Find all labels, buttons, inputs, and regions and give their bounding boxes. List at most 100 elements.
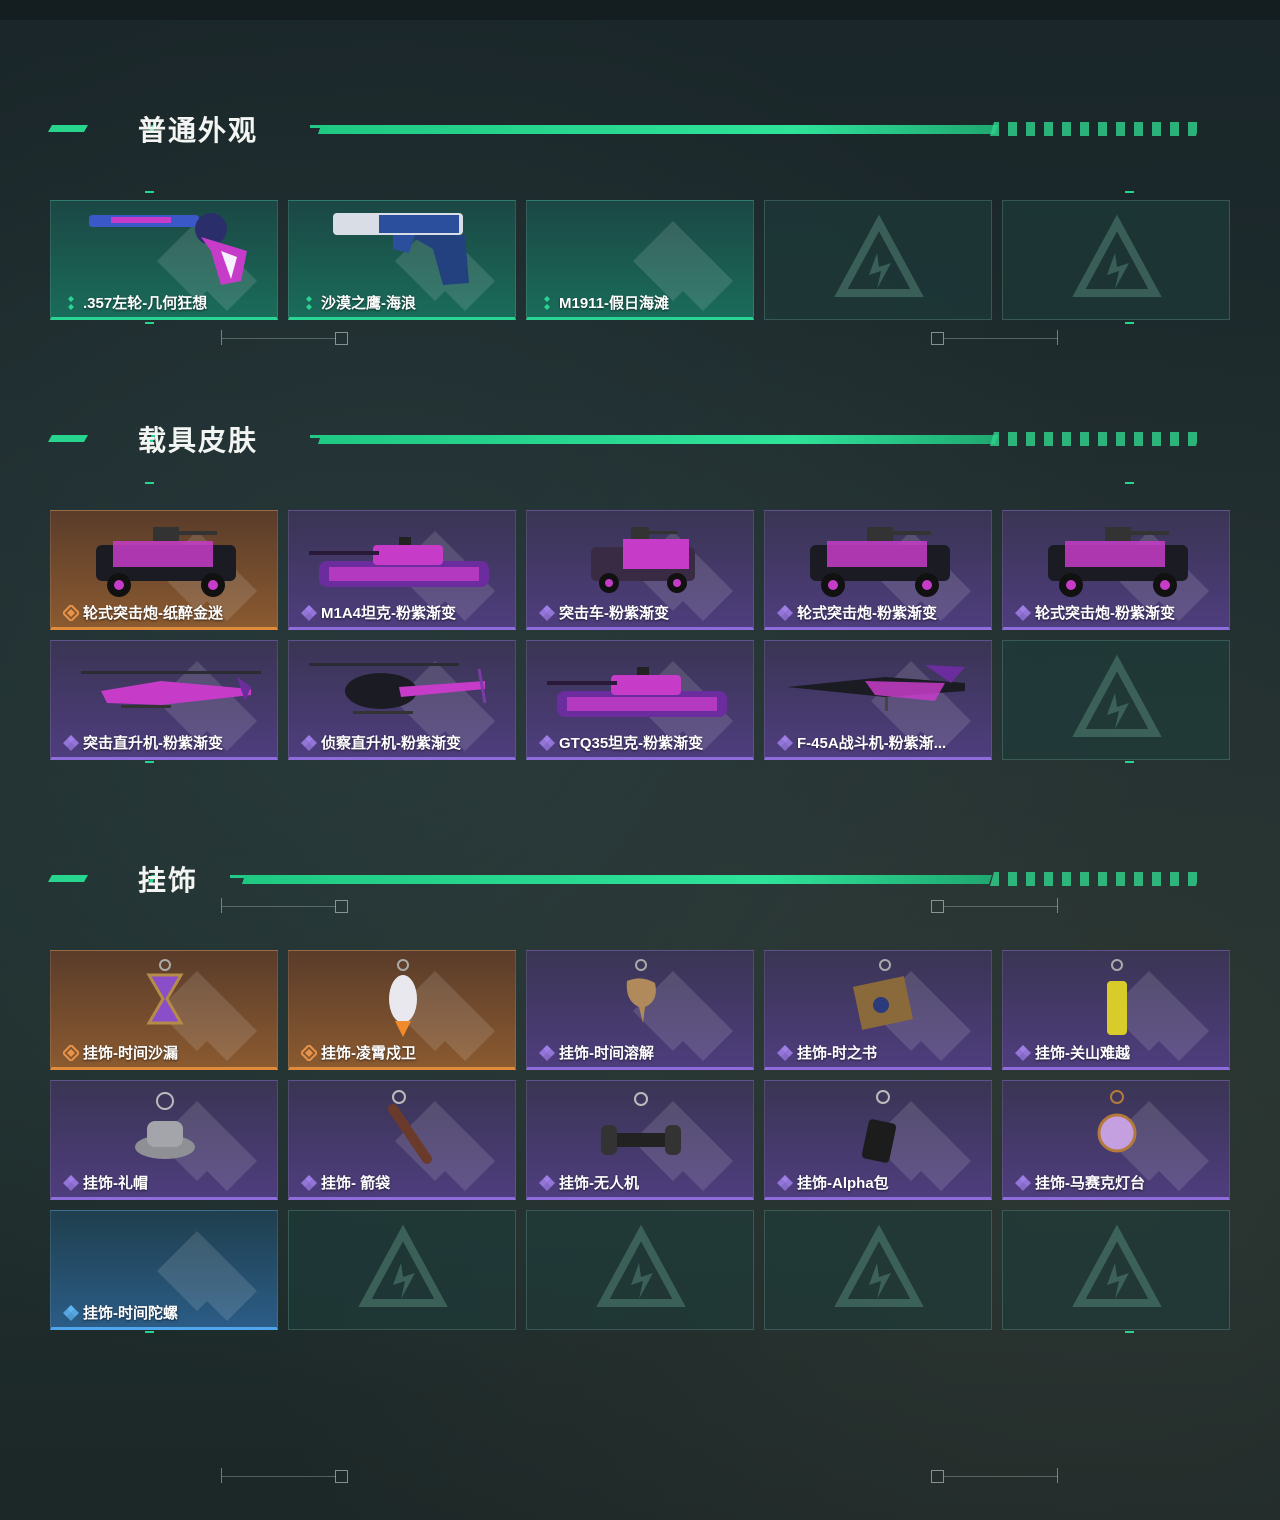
deco-line: [944, 1476, 1058, 1477]
item-card[interactable]: 挂饰-Alpha包: [764, 1080, 992, 1200]
section-header: 挂饰: [47, 865, 1230, 896]
item-card[interactable]: 沙漠之鹰-海浪: [288, 200, 516, 320]
item-card[interactable]: GTQ35坦克-粉紫渐变: [526, 640, 754, 760]
pistol-icon: [289, 201, 515, 293]
section-header: 普通外观: [47, 115, 1230, 146]
quality-diamond-icon: [539, 1174, 555, 1191]
item-name: 挂饰-凌霄戍卫: [321, 1045, 416, 1062]
item-card[interactable]: F-45A战斗机-粉紫渐...: [764, 640, 992, 760]
item-card[interactable]: 轮式突击炮-纸醉金迷: [50, 510, 278, 630]
deco-bar: [1057, 330, 1058, 345]
item-card[interactable]: 挂饰- 箭袋: [288, 1080, 516, 1200]
deco-box: [335, 1470, 348, 1483]
deco-box: [335, 900, 348, 913]
item-card[interactable]: 轮式突击炮-粉紫渐变: [1002, 510, 1230, 630]
drone-charm-icon: [527, 1081, 753, 1173]
item-label: 突击车-粉紫渐变: [539, 602, 669, 623]
empty-slot: [764, 200, 992, 320]
item-label: M1A4坦克-粉紫渐变: [301, 602, 456, 623]
item-label: 挂饰-马赛克灯台: [1015, 1172, 1145, 1193]
item-name: .357左轮-几何狂想: [83, 295, 208, 312]
corner-tick: [1125, 191, 1134, 193]
empty-slot: [1002, 200, 1230, 320]
corner-tick: [1125, 1331, 1134, 1333]
item-card[interactable]: 挂饰-时间陀螺: [50, 1210, 278, 1330]
item-name: M1A4坦克-粉紫渐变: [321, 605, 457, 622]
armored-car-icon: [1003, 511, 1229, 603]
item-name: 挂饰-Alpha包: [797, 1175, 889, 1192]
corner-tick: [145, 482, 154, 484]
section-header: 载具皮肤: [47, 425, 1230, 456]
quiver-charm-icon: [289, 1081, 515, 1173]
deco-box: [931, 1470, 944, 1483]
item-card[interactable]: 挂饰-无人机: [526, 1080, 754, 1200]
melting-clock-charm-icon: [527, 951, 753, 1043]
item-card[interactable]: 挂饰-凌霄戍卫: [288, 950, 516, 1070]
section-title: 普通外观: [138, 115, 259, 146]
item-label: 挂饰-礼帽: [63, 1172, 148, 1193]
corner-tick: [145, 1331, 154, 1333]
header-line: [318, 125, 998, 134]
empty-slot: [1002, 640, 1230, 760]
armored-car-icon: [765, 511, 991, 603]
item-name: 侦察直升机-粉紫渐变: [321, 735, 461, 752]
item-name: 轮式突击炮-粉紫渐变: [1035, 605, 1175, 622]
item-card[interactable]: M1911-假日海滩: [526, 200, 754, 320]
item-label: 挂饰-无人机: [539, 1172, 639, 1193]
item-card[interactable]: 挂饰-时之书: [764, 950, 992, 1070]
fighter-jet-icon: [765, 641, 991, 733]
deco-bar: [1057, 898, 1058, 913]
quality-diamond-icon: [539, 734, 555, 751]
item-card[interactable]: 侦察直升机-粉紫渐变: [288, 640, 516, 760]
item-label: 轮式突击炮-粉紫渐变: [777, 602, 937, 623]
header-checker: [990, 872, 1200, 886]
item-name: M1911-假日海滩: [559, 295, 670, 312]
item-card[interactable]: 突击直升机-粉紫渐变: [50, 640, 278, 760]
empty-slot-icon: [765, 201, 991, 319]
item-name: 挂饰-时间陀螺: [83, 1305, 178, 1322]
item-label: 挂饰-时间沙漏: [61, 1042, 178, 1063]
item-name: 沙漠之鹰-海浪: [321, 295, 416, 312]
hat-charm-icon: [51, 1081, 277, 1173]
item-card[interactable]: 挂饰-关山难越: [1002, 950, 1230, 1070]
item-card[interactable]: 轮式突击炮-粉紫渐变: [764, 510, 992, 630]
item-card[interactable]: 挂饰-时间溶解: [526, 950, 754, 1070]
quality-diamond-icon: [301, 734, 317, 751]
header-marker: [47, 125, 89, 132]
item-name: 挂饰-时间沙漏: [83, 1045, 178, 1062]
item-card[interactable]: 挂饰-马赛克灯台: [1002, 1080, 1230, 1200]
corner-tick: [1125, 322, 1134, 324]
item-card[interactable]: .357左轮-几何狂想: [50, 200, 278, 320]
item-card[interactable]: 突击车-粉紫渐变: [526, 510, 754, 630]
item-name: 挂饰-礼帽: [83, 1175, 148, 1192]
deco-line: [222, 906, 336, 907]
item-card[interactable]: 挂饰-时间沙漏: [50, 950, 278, 1070]
header-marker: [47, 875, 89, 882]
item-label: 挂饰-时间溶解: [539, 1042, 654, 1063]
corner-tick: [1125, 761, 1134, 763]
item-name: 突击车-粉紫渐变: [559, 605, 669, 622]
item-card[interactable]: 挂饰-礼帽: [50, 1080, 278, 1200]
corner-tick: [1125, 482, 1134, 484]
quality-diamond-icon: [61, 603, 81, 622]
deco-row: [0, 898, 1280, 918]
hourglass-charm-icon: [51, 951, 277, 1043]
item-label: 挂饰-Alpha包: [777, 1172, 889, 1193]
header-line: [318, 435, 998, 444]
item-name: 挂饰-无人机: [559, 1175, 639, 1192]
item-card[interactable]: M1A4坦克-粉紫渐变: [288, 510, 516, 630]
quality-diamond-icon: [301, 1174, 317, 1191]
item-label: 挂饰-时之书: [777, 1042, 877, 1063]
empty-slot: [764, 1210, 992, 1330]
deco-line: [222, 1476, 336, 1477]
item-label: .357左轮-几何狂想: [63, 292, 207, 313]
item-name: 突击直升机-粉紫渐变: [83, 735, 223, 752]
attack-helicopter-icon: [51, 641, 277, 733]
quality-diamond-icon: [1015, 1174, 1031, 1191]
section-title: 挂饰: [138, 865, 199, 896]
quality-diamond-icon: [539, 604, 555, 621]
item-label: 沙漠之鹰-海浪: [301, 292, 416, 313]
quality-diamond-icon: [63, 1304, 79, 1321]
corner-tick: [145, 191, 154, 193]
item-name: 挂饰-时间溶解: [559, 1045, 654, 1062]
